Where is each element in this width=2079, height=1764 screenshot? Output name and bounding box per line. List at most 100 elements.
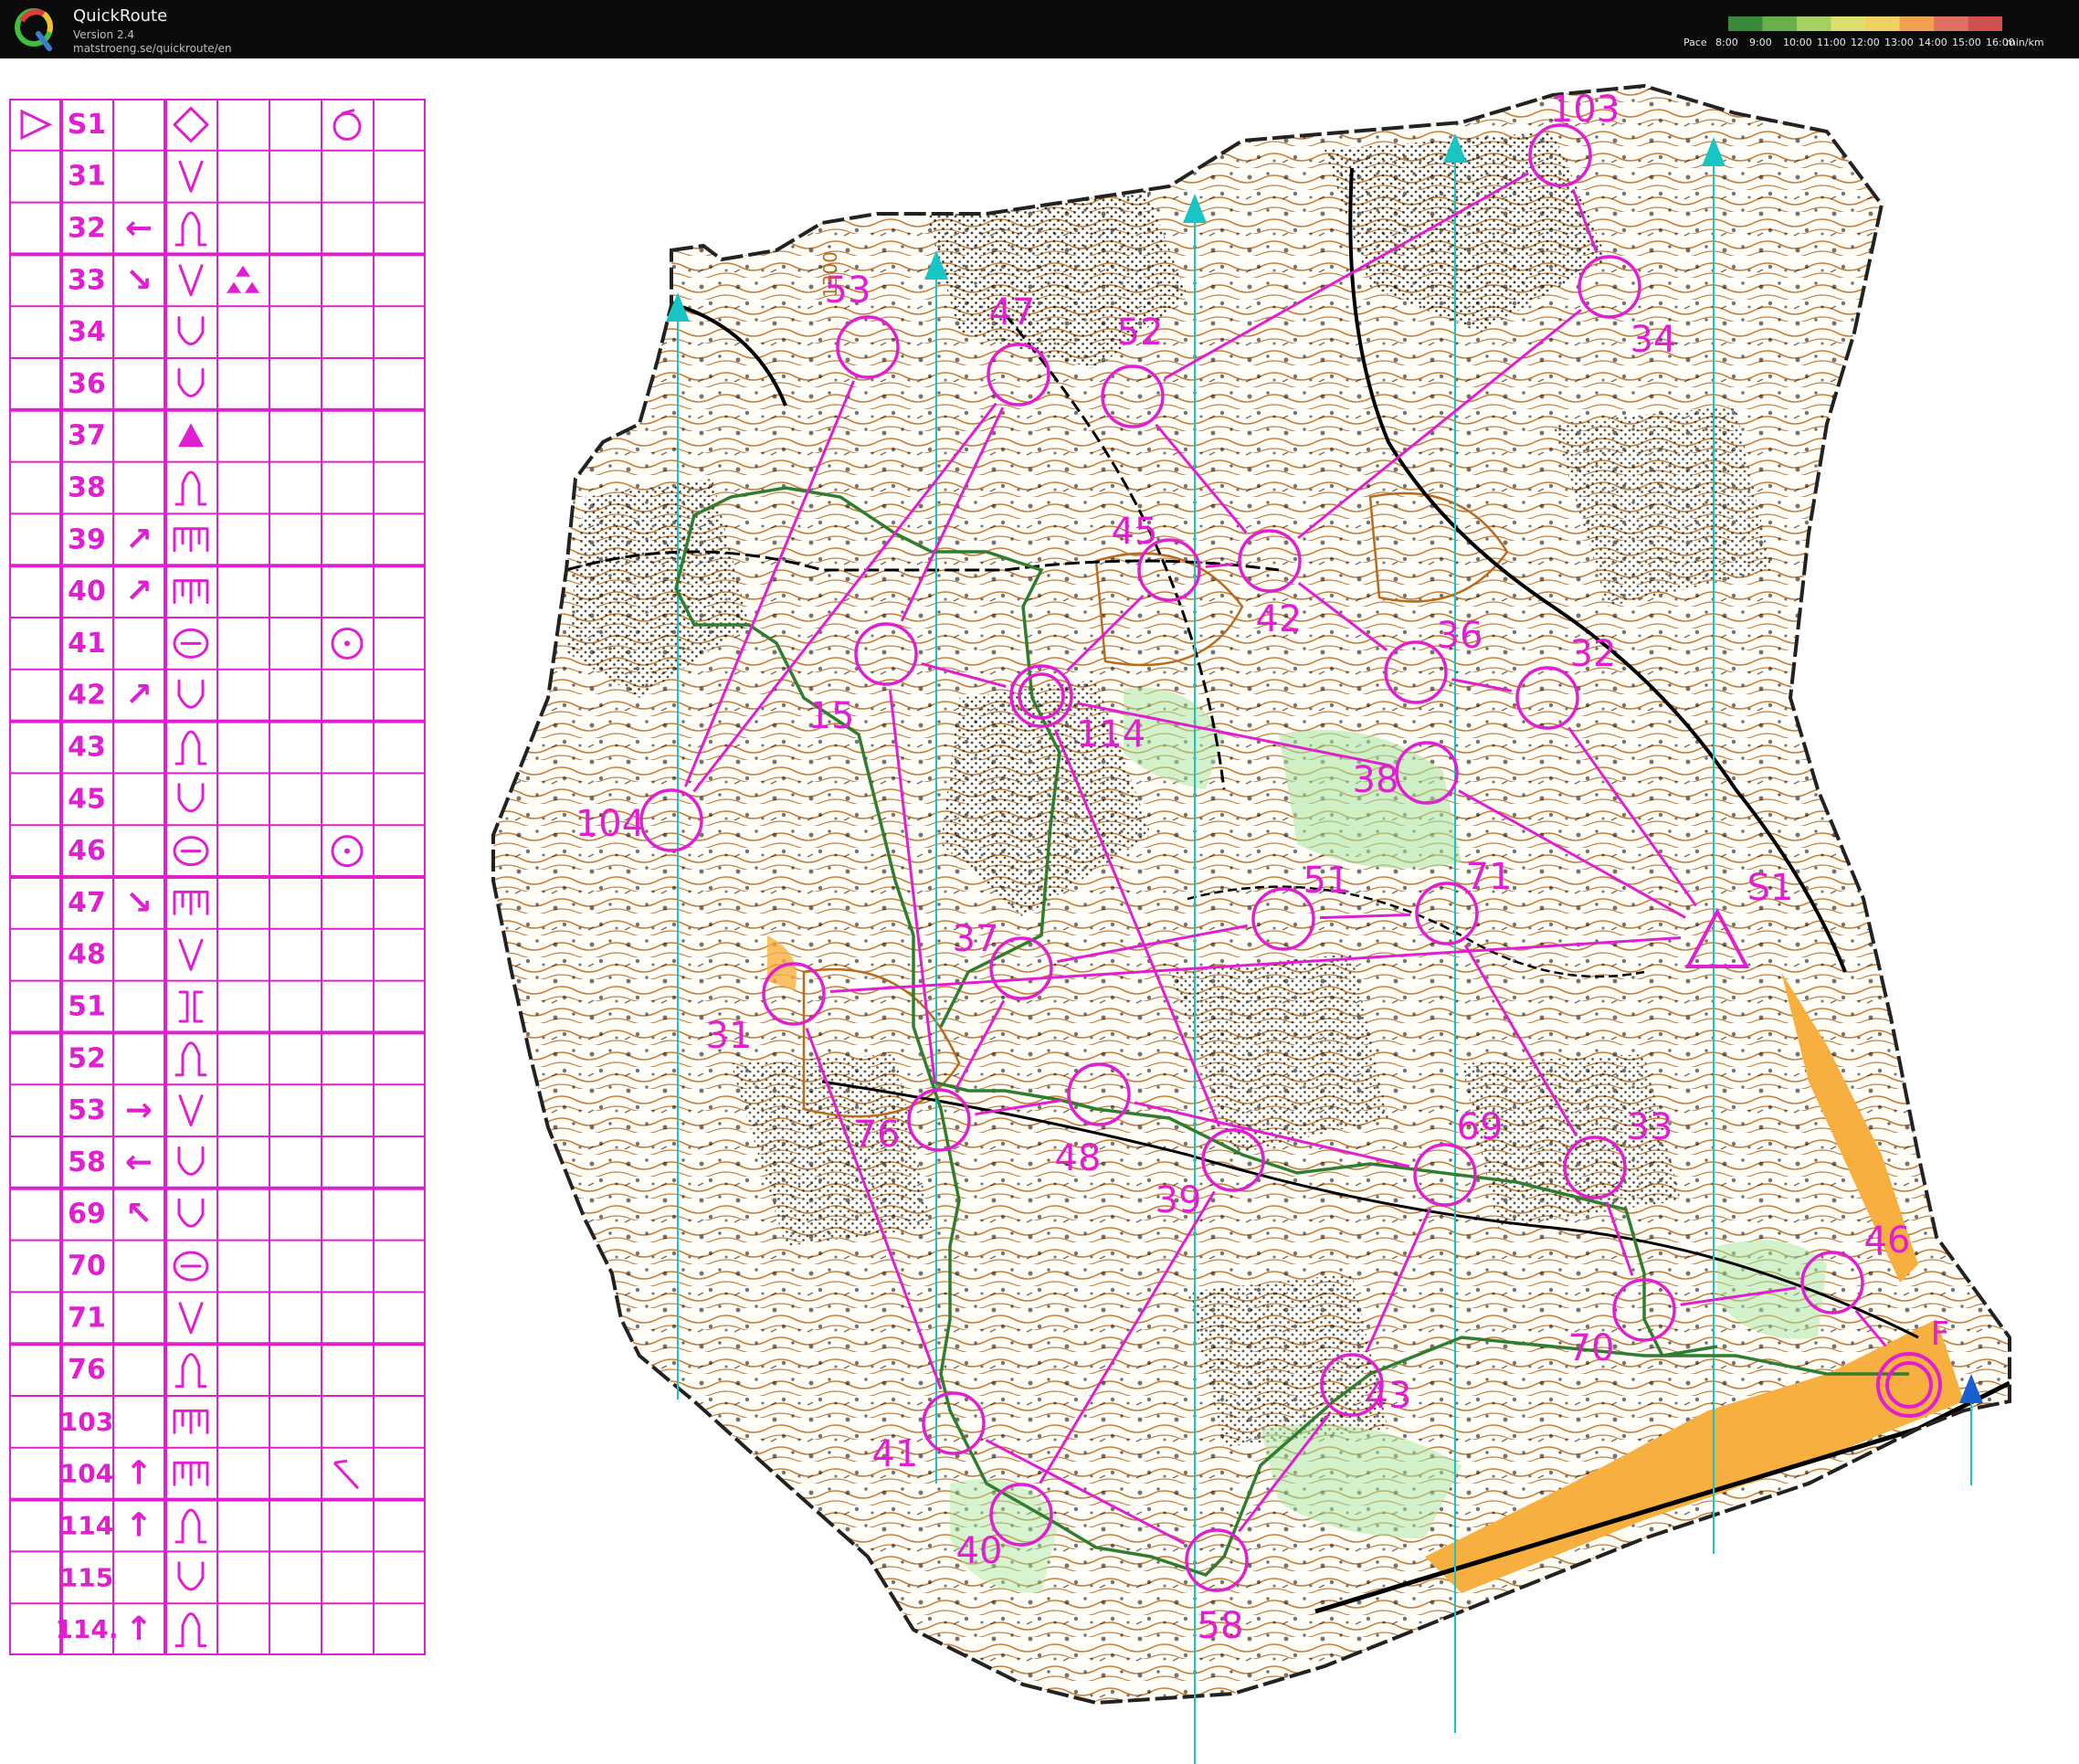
control-number: 31 (706, 1015, 753, 1057)
description-row: 114. ↑ (55, 1611, 207, 1648)
control-code: 39 (68, 523, 106, 555)
description-row: 45 (68, 783, 205, 815)
description-row: 52 (68, 1041, 207, 1077)
control-number: 40 (956, 1530, 1003, 1572)
control-description-sheet: S1 31 32 ← 33 ↘ 34 36 37 38 39 ↗ 40 ↗ 41 42 ↗ 43 45 46 47 ↘ 48… (9, 99, 426, 1655)
control-code: 32 (68, 213, 106, 245)
description-row: 37 (68, 420, 204, 452)
control-code: 34 (68, 316, 106, 348)
direction-arrow-icon: ↑ (125, 1507, 153, 1545)
control-code: 115 (60, 1562, 113, 1592)
description-row: 104 ↑ (60, 1455, 360, 1493)
control-number: 36 (1437, 615, 1483, 657)
control-number: 71 (1466, 856, 1513, 898)
appearance-symbol-icon (332, 1459, 360, 1490)
control-code: 76 (68, 1354, 106, 1386)
description-row: 76 (68, 1353, 207, 1389)
description-row: 42 ↗ (68, 677, 205, 714)
boulders-icon (227, 265, 259, 293)
control-number: 15 (808, 695, 855, 737)
pace-unit: min/km (2006, 37, 2044, 48)
app-header: QuickRoute Version 2.4 matstroeng.se/qui… (0, 0, 2079, 58)
description-row: 41 (68, 627, 364, 660)
description-row: 53 → (68, 1092, 204, 1129)
control-number: 114 (1076, 713, 1145, 755)
pace-color-segment (1762, 16, 1798, 31)
control-number: 58 (1198, 1605, 1244, 1647)
finish-label: F (1931, 1315, 1950, 1353)
feature-symbol-icon (177, 783, 205, 813)
feature-symbol-icon (178, 1094, 204, 1127)
description-row: 43 (68, 730, 207, 766)
feature-symbol-icon (174, 1508, 207, 1544)
direction-arrow-icon: ↑ (125, 1611, 153, 1648)
feature-symbol-icon (174, 211, 207, 247)
pace-tick-label: 15:00 (1952, 37, 1981, 48)
description-row: 103 (60, 1407, 209, 1437)
feature-symbol-icon (178, 160, 204, 193)
direction-arrow-icon: ↗ (125, 677, 153, 714)
control-code: 46 (68, 835, 106, 867)
control-number: 33 (1627, 1106, 1673, 1148)
description-row: 69 ↖ (68, 1196, 205, 1233)
feature-symbol-icon (177, 316, 205, 346)
control-code: 41 (68, 628, 106, 660)
control-number: 39 (1156, 1179, 1202, 1221)
pace-tick-label: 9:00 (1749, 37, 1772, 48)
control-code: 42 (68, 680, 106, 712)
start-symbol-icon (20, 109, 53, 141)
map-terrain (493, 86, 2010, 1703)
appearance-symbol-icon (331, 627, 364, 660)
control-code: 114 (60, 1511, 113, 1541)
feature-symbol-icon (177, 1198, 205, 1228)
control-code: 45 (68, 783, 106, 815)
control-code: 48 (68, 939, 106, 971)
control-number: 37 (953, 918, 999, 960)
pace-color-segment (1865, 16, 1901, 31)
control-code: 40 (68, 576, 106, 607)
description-row: 70 (68, 1251, 209, 1283)
feature-symbol-icon (177, 679, 205, 709)
feature-symbol-icon (173, 1409, 209, 1434)
pace-ticks: 8:00 9:00 10:00 11:00 12:00 13:00 14:00 15:00 16… (1715, 37, 2044, 49)
description-row: 36 (68, 367, 205, 400)
description-row: 114 ↑ (60, 1507, 207, 1545)
feature-symbol-icon (174, 470, 207, 506)
feature-symbol-icon (177, 367, 205, 397)
app-url[interactable]: matstroeng.se/quickroute/en (73, 42, 232, 55)
pace-color-segment (1968, 16, 2002, 31)
control-code: 38 (68, 472, 106, 504)
feature-symbol-icon (178, 423, 204, 448)
feature-symbol-icon (174, 1041, 207, 1077)
control-number: 32 (1570, 633, 1617, 675)
pace-tick-label: 8:00 (1715, 37, 1738, 48)
feature-symbol-icon (174, 730, 207, 766)
control-code: 69 (68, 1199, 106, 1231)
control-code: 37 (68, 420, 106, 452)
feature-symbol-icon (173, 527, 209, 553)
pace-color-segment (1831, 16, 1866, 31)
pace-color-segment (1797, 16, 1832, 31)
pace-tick-label: 10:00 (1783, 37, 1812, 48)
appearance-symbol-icon (332, 108, 362, 141)
control-code: 43 (68, 732, 106, 764)
control-code: 33 (68, 264, 106, 296)
control-number: 52 (1117, 312, 1164, 354)
direction-arrow-icon: → (125, 1092, 153, 1129)
description-row: 115 (60, 1561, 205, 1592)
feature-symbol-icon (178, 938, 204, 971)
description-row: 39 ↗ (68, 521, 209, 558)
control-number: 47 (989, 291, 1036, 333)
feature-symbol-icon (173, 836, 209, 867)
feature-symbol-icon (173, 890, 209, 915)
description-row: 51 (68, 990, 204, 1023)
description-row: 31 (68, 160, 204, 193)
control-number: 43 (1366, 1375, 1412, 1417)
direction-arrow-icon: ↗ (125, 521, 153, 558)
feature-symbol-icon (174, 1612, 207, 1648)
pace-tick-label: 12:00 (1851, 37, 1880, 48)
control-number: 51 (1303, 860, 1350, 902)
direction-arrow-icon: ↘ (125, 884, 153, 922)
control-code: 70 (68, 1251, 106, 1283)
control-number: 34 (1630, 319, 1677, 361)
